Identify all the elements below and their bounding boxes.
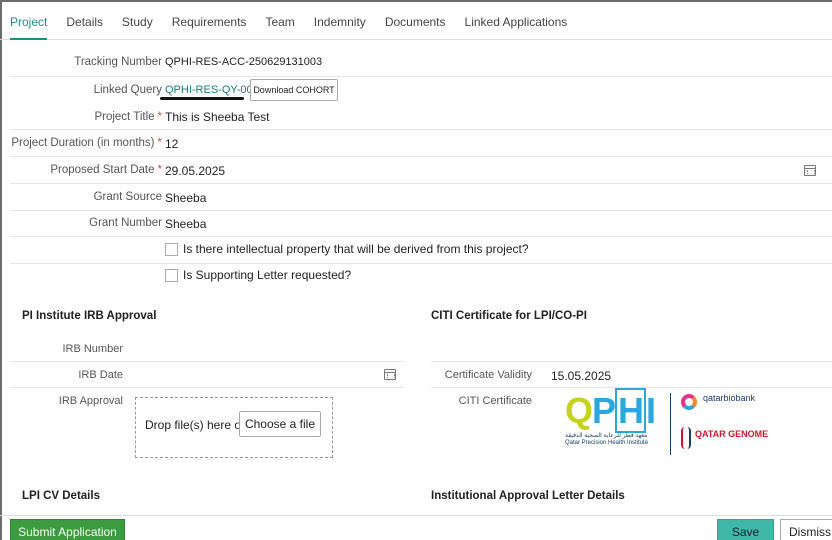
project-title-row: Project Title * This is Sheeba Test bbox=[10, 104, 832, 130]
ip-checkbox-row: Is there intellectual property that will… bbox=[10, 237, 832, 264]
support-letter-checkbox[interactable] bbox=[165, 269, 178, 282]
grant-source-row: Grant Source Sheeba bbox=[10, 184, 832, 211]
drop-text: Drop file(s) here or bbox=[145, 418, 246, 432]
certificate-validity-label: Certificate Validity bbox=[444, 369, 532, 381]
save-button[interactable]: Save bbox=[717, 519, 774, 540]
pi-irb-section-title: PI Institute IRB Approval bbox=[22, 310, 157, 322]
grant-number-input[interactable]: Sheeba bbox=[165, 217, 206, 231]
irb-date-calendar-icon[interactable] bbox=[384, 369, 396, 380]
download-cohort-button[interactable]: Download COHORT bbox=[250, 79, 338, 101]
tab-details[interactable]: Details bbox=[66, 0, 103, 40]
citi-section-title: CITI Certificate for LPI/CO-PI bbox=[431, 310, 587, 322]
grant-number-row: Grant Number Sheeba bbox=[10, 211, 832, 237]
tab-project[interactable]: Project bbox=[10, 0, 48, 40]
irb-number-line bbox=[10, 361, 404, 362]
genome-helix-icon bbox=[681, 427, 691, 449]
linked-query-row: Linked Query QPHI-RES-QY-00044 bbox=[10, 77, 832, 105]
support-letter-label: Is Supporting Letter requested? bbox=[183, 268, 352, 282]
tab-indemnity[interactable]: Indemnity bbox=[314, 0, 366, 40]
biobank-mark-icon bbox=[681, 394, 697, 410]
dismiss-button[interactable]: Dismiss bbox=[780, 519, 832, 540]
irb-approval-label: IRB Approval bbox=[58, 395, 123, 407]
linked-query-label: Linked Query bbox=[93, 84, 162, 96]
irb-number-label: IRB Number bbox=[62, 343, 123, 355]
qphi-logo: QPHI bbox=[565, 388, 656, 433]
grant-source-label: Grant Source bbox=[93, 191, 162, 203]
irb-date-label: IRB Date bbox=[78, 369, 123, 381]
grant-source-input[interactable]: Sheeba bbox=[165, 191, 206, 205]
ip-checkbox-label: Is there intellectual property that will… bbox=[183, 242, 529, 256]
calendar-icon[interactable] bbox=[804, 165, 816, 176]
grant-number-label: Grant Number bbox=[89, 217, 162, 229]
start-date-row: Proposed Start Date * 29.05.2025 bbox=[10, 157, 832, 184]
institutional-letter-section-title: Institutional Approval Letter Details bbox=[431, 490, 625, 502]
project-duration-input[interactable]: 12 bbox=[165, 137, 178, 151]
tab-bar: Project Details Study Requirements Team … bbox=[0, 0, 832, 40]
lpi-cv-section-title: LPI CV Details bbox=[22, 490, 100, 502]
start-date-input[interactable]: 29.05.2025 bbox=[165, 164, 225, 178]
ip-checkbox[interactable] bbox=[165, 243, 178, 256]
tab-requirements[interactable]: Requirements bbox=[172, 0, 247, 40]
tracking-number-label: Tracking Number bbox=[74, 56, 162, 68]
citi-certificate-label: CITI Certificate bbox=[458, 395, 532, 407]
irb-date-line bbox=[10, 387, 404, 388]
support-letter-row: Is Supporting Letter requested? bbox=[10, 264, 832, 289]
link-underline-mark bbox=[160, 97, 244, 100]
irb-file-dropzone[interactable]: Drop file(s) here or Choose a file bbox=[135, 397, 333, 458]
tab-linked-applications[interactable]: Linked Applications bbox=[465, 0, 568, 40]
project-title-label: Project Title * bbox=[94, 111, 162, 123]
certificate-validity-value[interactable]: 15.05.2025 bbox=[551, 369, 611, 383]
biobank-text: qatarbiobank bbox=[703, 393, 756, 403]
qphi-subtitle: معهد قطر للرعاية الصحية الدقيقة Qatar Pre… bbox=[565, 433, 649, 446]
start-date-label: Proposed Start Date * bbox=[50, 164, 162, 176]
certificate-logo-image: QPHI معهد قطر للرعاية الصحية الدقيقة Qata… bbox=[565, 388, 790, 461]
tracking-number-row: Tracking Number QPHI-RES-ACC-25062913100… bbox=[10, 47, 832, 77]
tracking-number-value: QPHI-RES-ACC-250629131003 bbox=[165, 56, 323, 68]
choose-file-button[interactable]: Choose a file bbox=[239, 411, 321, 437]
project-duration-label: Project Duration (in months) * bbox=[11, 137, 162, 149]
citi-top-line bbox=[431, 361, 832, 362]
tab-study[interactable]: Study bbox=[122, 0, 153, 40]
tab-documents[interactable]: Documents bbox=[385, 0, 446, 40]
project-title-input[interactable]: This is Sheeba Test bbox=[165, 110, 270, 124]
submit-application-button[interactable]: Submit Application bbox=[10, 519, 125, 540]
tab-team[interactable]: Team bbox=[265, 0, 294, 40]
project-duration-row: Project Duration (in months) * 12 bbox=[10, 130, 832, 157]
genome-text: QATAR GENOME bbox=[695, 429, 769, 439]
logo-divider bbox=[670, 393, 671, 455]
